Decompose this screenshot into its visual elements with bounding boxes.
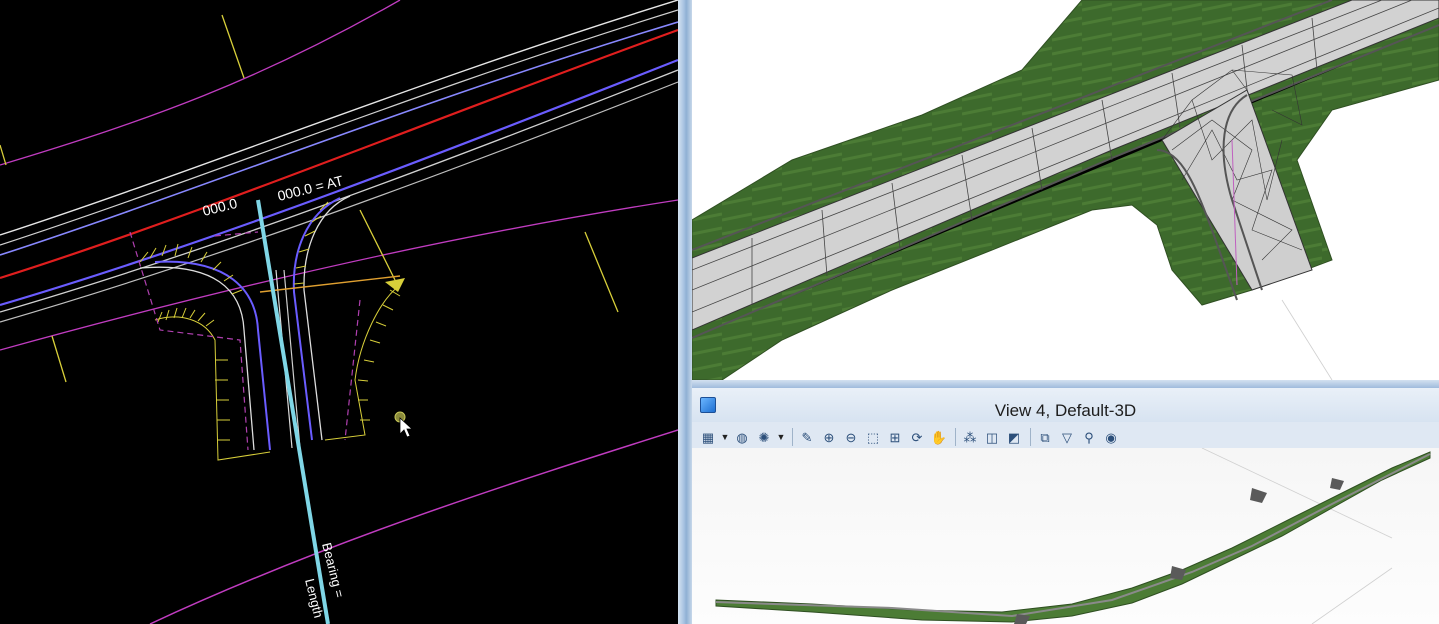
corridor-terrain	[715, 451, 1431, 623]
toolbar-separator	[792, 428, 793, 446]
return-curve-left-blue	[154, 260, 271, 451]
zoom-in-icon[interactable]: ⊕	[819, 428, 839, 446]
intersection-marker	[1250, 488, 1267, 503]
view-3d-model[interactable]	[692, 0, 1439, 380]
return-curve-right-blue	[292, 197, 341, 441]
pan-view-icon[interactable]: ✋	[929, 428, 949, 446]
view-control-toolbar: ▦ ▼ ◍ ✺ ▼ ✎ ⊕ ⊖ ⬚ ⊞ ⟳ ✋ ⁂ ◫ ◩ ⧉ ▽ ⚲ ◉	[692, 426, 1439, 448]
corridor-road	[715, 453, 1431, 618]
lighting-icon[interactable]: ✺	[754, 428, 774, 446]
model-3d-render[interactable]	[692, 0, 1439, 380]
grid-axis-line	[1281, 299, 1333, 380]
dropdown-arrow-icon[interactable]: ▼	[776, 428, 786, 446]
view4-window[interactable]: View 4, Default-3D ▦ ▼ ◍ ✺ ▼ ✎ ⊕ ⊖ ⬚ ⊞ ⟳…	[692, 388, 1439, 624]
slope-hatching-right	[293, 201, 401, 441]
yellow-tick	[221, 14, 245, 79]
view4-titlebar[interactable]: View 4, Default-3D	[692, 388, 1439, 422]
vertical-splitter[interactable]	[678, 0, 692, 624]
side-road-lane	[283, 269, 301, 449]
dropdown-arrow-icon[interactable]: ▼	[720, 428, 730, 446]
station-label-left: 000.0	[201, 195, 239, 219]
rotate-view-icon[interactable]: ⟳	[907, 428, 927, 446]
horizontal-splitter[interactable]	[692, 380, 1439, 388]
window-area-icon[interactable]: ⬚	[863, 428, 883, 446]
camera-icon[interactable]: ⚲	[1079, 428, 1099, 446]
view-next-icon[interactable]: ◩	[1004, 428, 1024, 446]
yellow-tick	[0, 144, 7, 166]
mouse-cursor-icon	[399, 417, 414, 438]
grid-axis-line	[1311, 567, 1393, 624]
display-style-icon[interactable]: ◍	[732, 428, 752, 446]
row-line-lower	[149, 429, 678, 624]
yellow-tick	[584, 231, 619, 313]
road-edge-line	[0, 21, 678, 256]
update-view-icon[interactable]: ✎	[797, 428, 817, 446]
yellow-tick	[359, 209, 396, 281]
view4-model-render[interactable]	[692, 447, 1439, 624]
plan-drawing[interactable]: 000.0 000.0 = AT Bearing = Length	[0, 0, 678, 624]
row-line-upper	[0, 0, 401, 166]
plan-view-2d[interactable]: 000.0 000.0 = AT Bearing = Length	[0, 0, 678, 624]
toolbar-separator	[1030, 428, 1031, 446]
fit-view-icon[interactable]: ⊞	[885, 428, 905, 446]
view4-viewport[interactable]	[692, 447, 1439, 624]
clip-volume-icon[interactable]: ⧉	[1035, 428, 1055, 446]
toolbar-separator	[955, 428, 956, 446]
view-attributes-icon[interactable]: ▦	[698, 428, 718, 446]
view-previous-icon[interactable]: ◫	[982, 428, 1002, 446]
render-icon[interactable]: ◉	[1101, 428, 1121, 446]
yellow-tick	[51, 335, 67, 383]
walk-icon[interactable]: ⁂	[960, 428, 980, 446]
intersection-marker	[1330, 478, 1344, 490]
view4-title: View 4, Default-3D	[994, 401, 1137, 420]
road-edge-line	[0, 9, 678, 246]
alignment-centerline	[0, 28, 678, 280]
zoom-out-icon[interactable]: ⊖	[841, 428, 861, 446]
clip-mask-icon[interactable]: ▽	[1057, 428, 1077, 446]
row-line-mid	[0, 199, 678, 351]
return-curve-left	[139, 266, 255, 451]
slope-hatching-left	[139, 243, 271, 461]
profile-baseline	[256, 199, 330, 624]
